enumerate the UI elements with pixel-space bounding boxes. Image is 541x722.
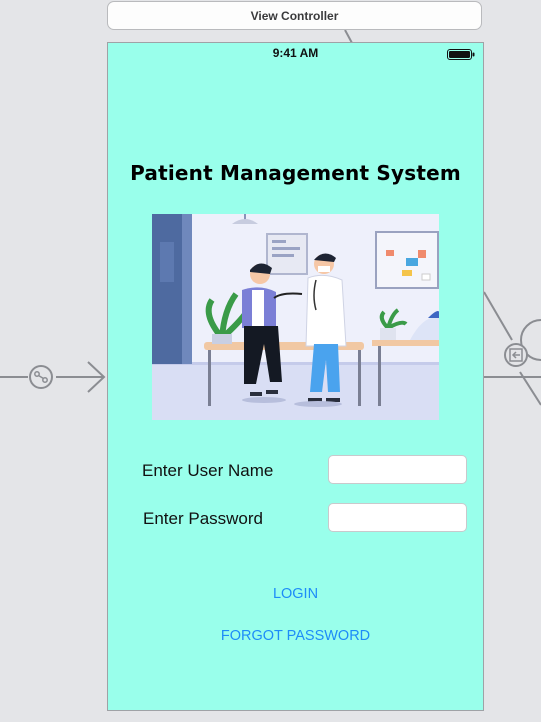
entry-segue-icon[interactable] <box>29 365 53 389</box>
forgot-password-button[interactable]: FORGOT PASSWORD <box>108 628 483 644</box>
username-field[interactable] <box>328 455 467 484</box>
show-segue-icon[interactable] <box>504 343 528 367</box>
password-field[interactable] <box>328 503 467 532</box>
password-label: Enter Password <box>143 509 263 528</box>
app-title: Patient Management System <box>130 161 461 185</box>
view-controller-scene[interactable]: 9:41 AM Patient Management System Enter … <box>107 42 484 711</box>
scene-title: View Controller <box>250 8 339 23</box>
status-time: 9:41 AM <box>272 46 319 60</box>
login-button[interactable]: LOGIN <box>108 586 483 602</box>
scene-title-bar[interactable]: View Controller <box>107 1 482 30</box>
username-label: Enter User Name <box>142 461 274 480</box>
battery-icon <box>447 49 475 60</box>
doctor-patient-illustration <box>152 214 439 420</box>
